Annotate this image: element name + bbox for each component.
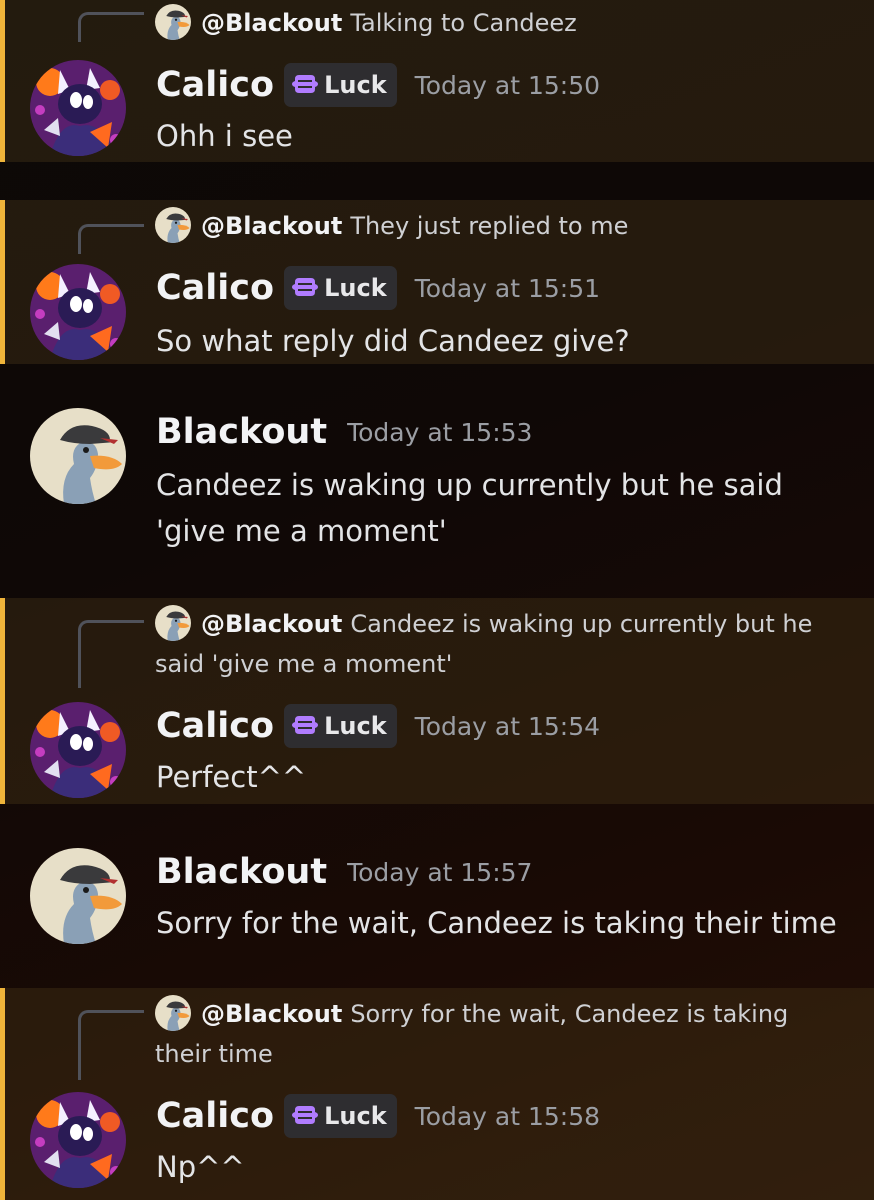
message-text: So what reply did Candeez give?	[156, 324, 630, 358]
tag-label: Luck	[324, 1102, 387, 1130]
message-header: Calico Luck Today at 15:58	[156, 1094, 600, 1144]
author-name[interactable]: Calico	[156, 1096, 274, 1136]
luck-tag-icon	[292, 73, 318, 95]
calico-avatar[interactable]	[30, 60, 126, 156]
reply-text: Talking to Candeez	[350, 9, 577, 37]
reply-mention[interactable]: @Blackout	[201, 610, 342, 638]
reply-connector	[78, 12, 144, 42]
reply-mention[interactable]: @Blackout	[201, 1000, 342, 1028]
message-item[interactable]: @Blackout Talking to Candeez Calico Luck To…	[0, 0, 874, 162]
luck-tag-icon	[292, 276, 318, 298]
calico-avatar[interactable]	[30, 264, 126, 360]
goose-avatar-mini	[155, 605, 191, 641]
message-text: Np^^	[156, 1150, 245, 1184]
message-line: Candeez is waking up currently but he sa…	[156, 468, 783, 502]
message-line: 'give me a moment'	[156, 514, 447, 548]
calico-avatar[interactable]	[30, 702, 126, 798]
tag-label: Luck	[324, 71, 387, 99]
timestamp: Today at 15:57	[347, 857, 533, 887]
server-tag[interactable]: Luck	[284, 266, 397, 310]
reply-connector	[78, 1010, 144, 1080]
reply-text-line: their time	[155, 1040, 273, 1068]
author-name[interactable]: Blackout	[156, 852, 327, 892]
goose-avatar-mini	[155, 995, 191, 1031]
server-tag[interactable]: Luck	[284, 63, 397, 107]
message-header: Calico Luck Today at 15:54	[156, 704, 600, 754]
author-name[interactable]: Calico	[156, 65, 274, 105]
message-text: Sorry for the wait, Candeez is taking th…	[156, 906, 837, 940]
author-name[interactable]: Calico	[156, 268, 274, 308]
goose-avatar[interactable]	[30, 408, 126, 504]
tag-label: Luck	[324, 274, 387, 302]
reply-connector	[78, 224, 144, 254]
tag-label: Luck	[324, 712, 387, 740]
reply-text-line: said 'give me a moment'	[155, 650, 453, 678]
message-item[interactable]: Blackout Today at 15:53 Candeez is waking…	[0, 364, 874, 598]
message-header: Blackout Today at 15:57	[156, 852, 532, 902]
reply-mention[interactable]: @Blackout	[201, 212, 342, 240]
message-text: Candeez is waking up currently but he sa…	[156, 462, 856, 554]
message-header: Blackout Today at 15:53	[156, 412, 532, 462]
luck-tag-icon	[292, 714, 318, 736]
goose-avatar-mini	[155, 4, 191, 40]
reply-preview[interactable]: @Blackout Sorry for the wait, Candeez is …	[155, 994, 845, 1074]
timestamp: Today at 15:51	[414, 273, 601, 303]
timestamp: Today at 15:53	[347, 417, 533, 447]
message-item[interactable]: @Blackout Sorry for the wait, Candeez is …	[0, 988, 874, 1200]
message-item[interactable]: @Blackout They just replied to me Calico L…	[0, 200, 874, 364]
luck-tag-icon	[292, 1104, 318, 1126]
goose-avatar[interactable]	[30, 848, 126, 944]
reply-preview[interactable]: @Blackout They just replied to me	[155, 206, 845, 246]
timestamp: Today at 15:50	[414, 70, 601, 100]
timestamp: Today at 15:54	[414, 711, 601, 741]
server-tag[interactable]: Luck	[284, 1094, 397, 1138]
author-name[interactable]: Blackout	[156, 412, 327, 452]
goose-avatar-mini	[155, 207, 191, 243]
message-header: Calico Luck Today at 15:50	[156, 63, 600, 113]
calico-avatar[interactable]	[30, 1092, 126, 1188]
reply-connector	[78, 620, 144, 688]
message-item[interactable]: @Blackout Candeez is waking up currently …	[0, 598, 874, 804]
reply-text: They just replied to me	[350, 212, 629, 240]
reply-preview[interactable]: @Blackout Candeez is waking up currently …	[155, 604, 845, 684]
reply-text: Candeez is waking up currently but he	[350, 610, 813, 638]
message-item[interactable]: Blackout Today at 15:57 Sorry for the wai…	[0, 804, 874, 988]
reply-text: Sorry for the wait, Candeez is taking	[350, 1000, 789, 1028]
message-text: Perfect^^	[156, 760, 307, 794]
message-text: Ohh i see	[156, 119, 293, 153]
reply-mention[interactable]: @Blackout	[201, 9, 342, 37]
timestamp: Today at 15:58	[414, 1101, 601, 1131]
author-name[interactable]: Calico	[156, 706, 274, 746]
server-tag[interactable]: Luck	[284, 704, 397, 748]
message-header: Calico Luck Today at 15:51	[156, 266, 600, 316]
reply-preview[interactable]: @Blackout Talking to Candeez	[155, 3, 845, 43]
